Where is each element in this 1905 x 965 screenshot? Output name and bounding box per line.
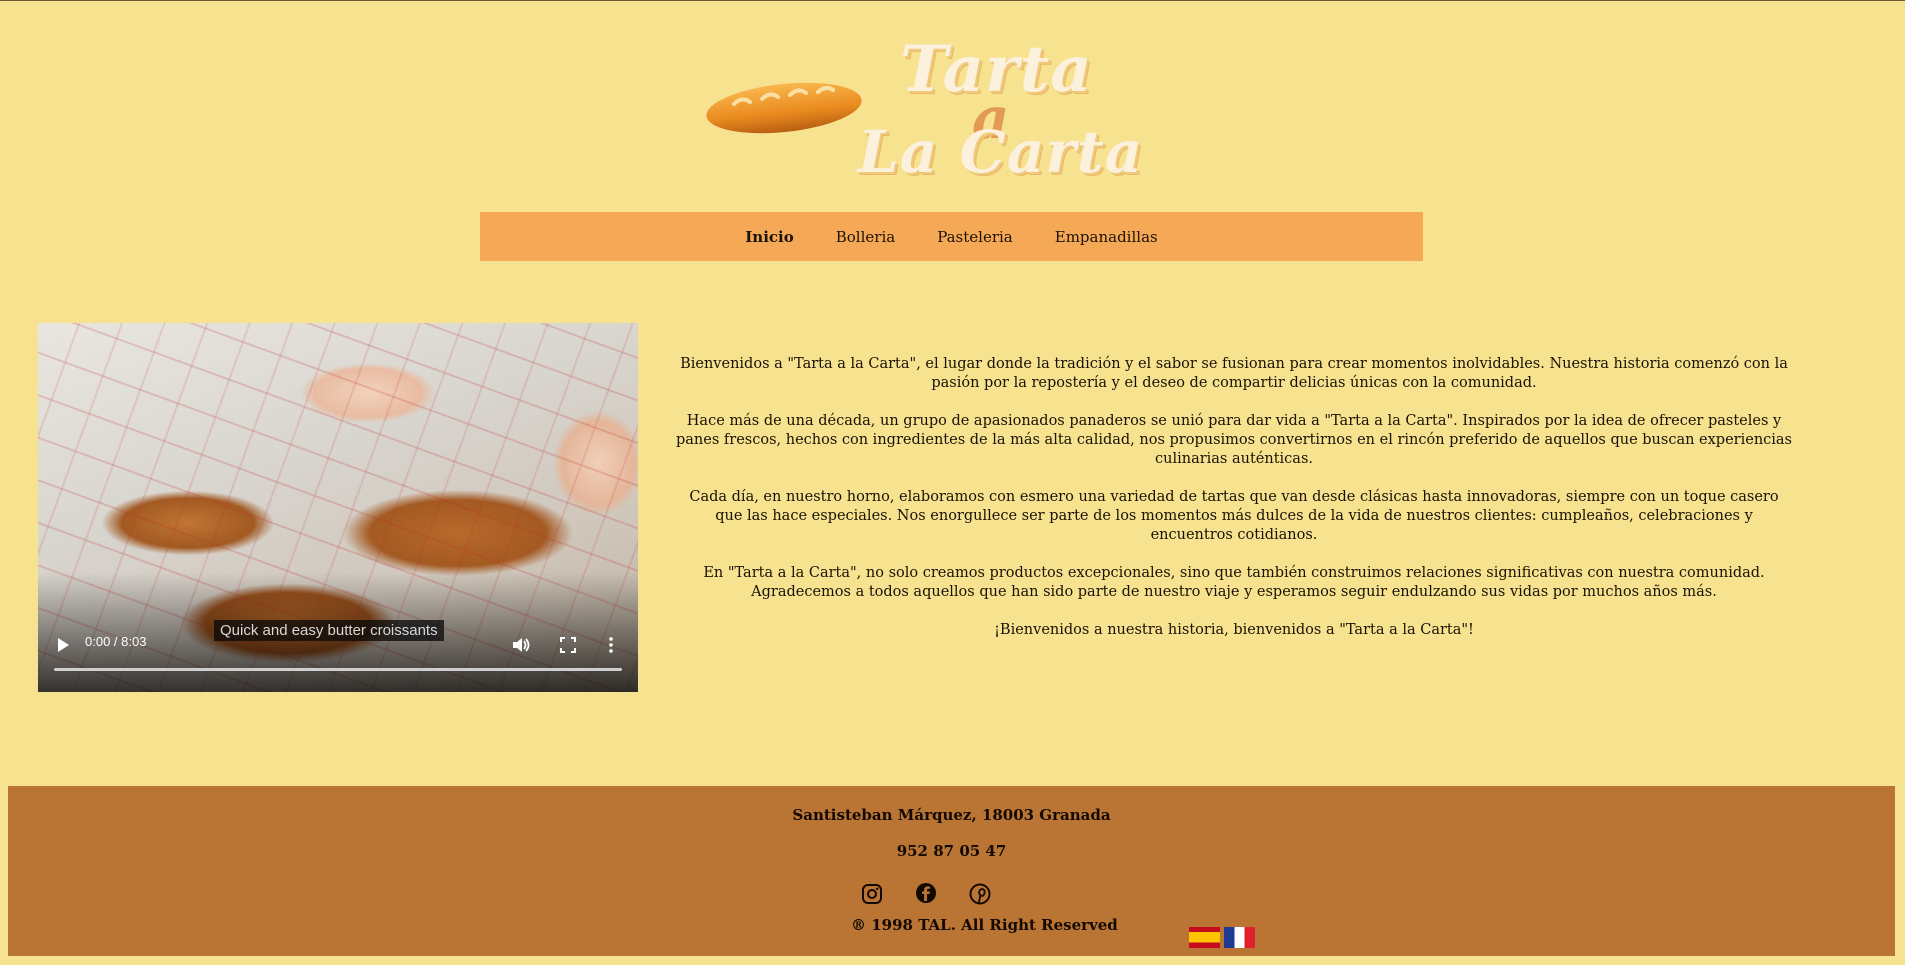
fullscreen-icon[interactable] <box>560 637 576 653</box>
video-caption: Quick and easy butter croissants <box>214 620 444 641</box>
site-logo[interactable]: Tarta a La Carta <box>700 32 1190 186</box>
spain-flag-icon[interactable] <box>1189 927 1220 948</box>
nav-item-pasteleria[interactable]: Pasteleria <box>937 228 1013 246</box>
footer-copyright: ® 1998 TAL. All Right Reserved <box>851 916 1118 934</box>
language-selector <box>1189 927 1255 948</box>
volume-icon[interactable] <box>512 637 530 653</box>
logo-text-la-carta: La Carta <box>858 118 1144 186</box>
bread-icon <box>706 82 862 134</box>
story-paragraph: En "Tarta a la Carta", no solo creamos p… <box>703 565 1765 600</box>
video-progress-bar[interactable] <box>54 668 622 671</box>
story-section: Bienvenidos a "Tarta a la Carta", el lug… <box>676 355 1792 659</box>
top-border <box>0 0 1905 1</box>
footer-phone: 952 87 05 47 <box>896 842 1007 860</box>
france-flag-icon[interactable] <box>1224 927 1255 948</box>
nav-item-inicio[interactable]: Inicio <box>745 228 793 246</box>
nav-item-empanadillas[interactable]: Empanadillas <box>1055 228 1158 246</box>
video-time: 0:00 / 8:03 <box>85 634 147 649</box>
story-paragraph: ¡Bienvenidos a nuestra historia, bienven… <box>994 622 1474 638</box>
story-paragraph: Hace más de una década, un grupo de apas… <box>676 413 1792 467</box>
more-options-icon[interactable] <box>608 637 614 653</box>
instagram-icon[interactable] <box>860 882 884 906</box>
footer: Santisteban Márquez, 18003 Granada 952 8… <box>8 786 1895 956</box>
story-paragraph: Bienvenidos a "Tarta a la Carta", el lug… <box>680 356 1788 391</box>
nav-item-bolleria[interactable]: Bolleria <box>836 228 895 246</box>
footer-address: Santisteban Márquez, 18003 Granada <box>792 806 1111 824</box>
story-paragraph: Cada día, en nuestro horno, elaboramos c… <box>689 489 1779 543</box>
pinterest-icon[interactable] <box>968 882 992 906</box>
video-player[interactable]: Quick and easy butter croissants 0:00 / … <box>38 323 638 692</box>
play-icon[interactable] <box>56 637 70 653</box>
facebook-icon[interactable] <box>914 882 938 906</box>
social-links <box>860 882 992 906</box>
main-nav: Inicio Bolleria Pasteleria Empanadillas <box>480 212 1423 261</box>
